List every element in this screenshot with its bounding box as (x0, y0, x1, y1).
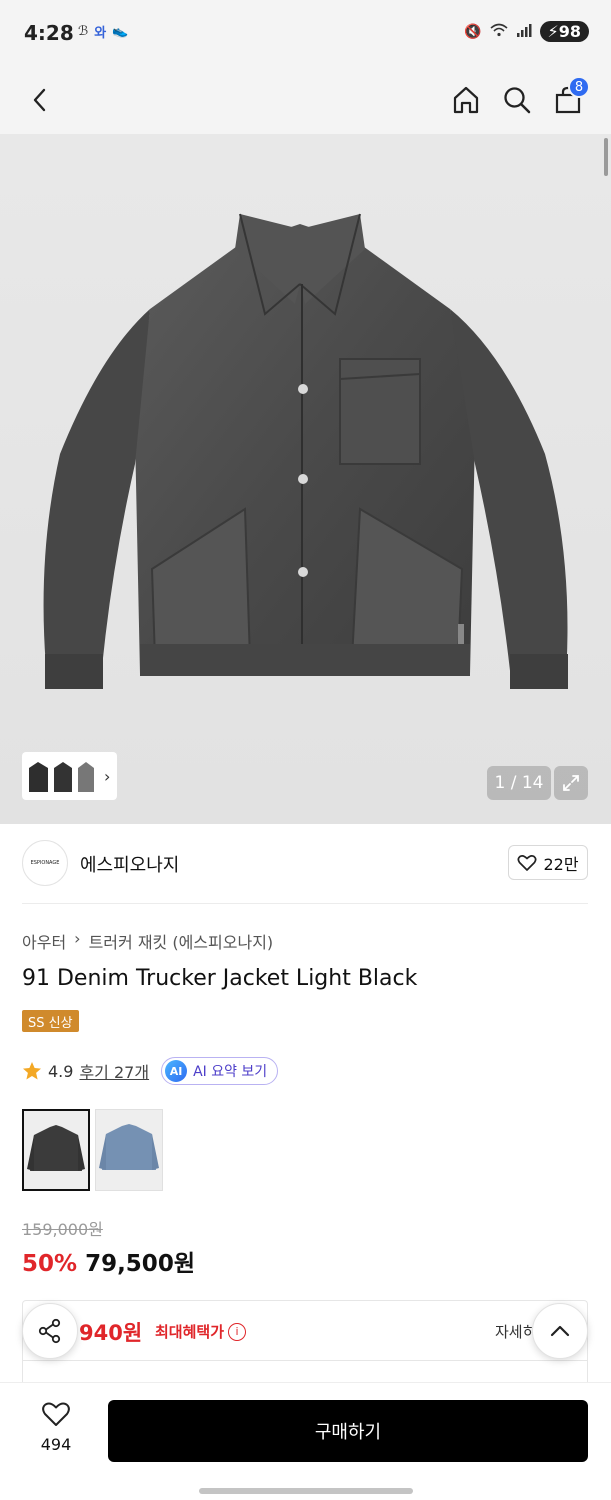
brand-name[interactable]: 에스피오나지 (80, 851, 179, 877)
max-benefit-text: 최대혜택가 (155, 1323, 225, 1341)
info-icon[interactable]: i (228, 1322, 247, 1341)
breadcrumb-separator-icon: › (74, 929, 81, 948)
buy-button[interactable]: 구매하기 (108, 1400, 588, 1462)
rating-value: 4.9 (48, 1061, 74, 1081)
wifi-icon (489, 23, 508, 41)
status-right-icons: 🔇 ⚡98 (464, 21, 589, 42)
back-button[interactable] (20, 80, 60, 120)
home-indicator (199, 1488, 413, 1494)
divider (22, 903, 588, 904)
new-season-tag: SS 신상 (22, 1010, 79, 1032)
cart-button[interactable]: 8 (548, 76, 590, 120)
max-benefit-price: 940원 (79, 1321, 143, 1345)
thumbnail-strip[interactable]: › (22, 752, 117, 800)
wishlist-count: 494 (40, 1435, 72, 1454)
home-button[interactable] (446, 80, 486, 120)
swatch-image (27, 1125, 85, 1171)
status-left-icons: ℬ 와 👟 (78, 22, 128, 41)
breadcrumb: 아우터 › 트러커 재킷 (에스피오나지) (22, 929, 273, 953)
shoe-icon: 👟 (112, 24, 129, 39)
brand-logo[interactable]: ESPIONAGE (22, 840, 68, 886)
status-time: 4:28 (24, 21, 74, 45)
color-swatch-blue[interactable] (95, 1109, 163, 1191)
reviews-link[interactable]: 후기 27개 (79, 1059, 149, 1083)
chevron-up-icon (550, 1325, 570, 1337)
product-image-gallery[interactable] (0, 134, 611, 824)
battery-level: 98 (558, 22, 581, 41)
swatch-image (99, 1124, 159, 1170)
benefit-summary-row[interactable]: 940원 최대혜택가 i 자세히 (23, 1301, 587, 1361)
ai-icon: 와 (94, 26, 107, 41)
ai-summary-label: AI 요약 보기 (193, 1064, 268, 1080)
expand-button[interactable] (554, 766, 588, 800)
product-image (43, 213, 568, 689)
battery-indicator: ⚡98 (539, 21, 589, 42)
signal-icon (516, 23, 532, 41)
chevron-left-icon (33, 88, 46, 112)
heart-icon (517, 854, 537, 871)
breadcrumb-subcategory[interactable]: 트러커 재킷 (에스피오나지) (89, 929, 274, 953)
product-title: 91 Denim Trucker Jacket Light Black (22, 966, 418, 991)
accessibility-icon: ℬ (78, 24, 89, 39)
status-bar: 4:28 ℬ 와 👟 🔇 ⚡98 (0, 0, 611, 66)
sale-price: 79,500원 (85, 1251, 195, 1277)
original-price: 159,000원 (22, 1220, 103, 1239)
page-scrollbar[interactable] (604, 138, 608, 176)
rating-row: 4.9 후기 27개 AI AI 요약 보기 (22, 1057, 279, 1085)
top-nav: 8 (0, 66, 611, 134)
breadcrumb-category[interactable]: 아우터 (22, 929, 66, 953)
image-counter: 1 / 14 (487, 766, 551, 800)
cart-count-badge: 8 (568, 76, 590, 98)
color-swatch-black[interactable] (22, 1109, 90, 1191)
star-icon (23, 1062, 41, 1080)
brand-like-button[interactable]: 22만 (508, 845, 588, 880)
bottom-action-bar: 494 구매하기 (0, 1382, 611, 1500)
ai-badge-icon: AI (165, 1060, 188, 1082)
heart-icon (42, 1402, 70, 1426)
price-row: 50% 79,500원 (22, 1244, 195, 1278)
brand-logo-text: ESPIONAGE (30, 860, 60, 866)
search-icon (504, 87, 531, 114)
share-button[interactable] (22, 1303, 78, 1359)
scroll-to-top-button[interactable] (532, 1303, 588, 1359)
wishlist-button[interactable]: 494 (22, 1401, 90, 1454)
share-icon (38, 1318, 61, 1344)
ai-summary-button[interactable]: AI AI 요약 보기 (161, 1057, 279, 1085)
max-benefit-label: 최대혜택가 i (155, 1321, 247, 1342)
mute-icon: 🔇 (464, 23, 482, 40)
home-icon (453, 86, 479, 114)
chevron-right-icon: › (104, 766, 111, 786)
discount-rate: 50% (22, 1251, 78, 1277)
brand-like-count: 22만 (543, 854, 579, 874)
expand-icon (563, 775, 579, 791)
thumbnail-image (29, 762, 94, 792)
search-button[interactable] (497, 80, 537, 120)
